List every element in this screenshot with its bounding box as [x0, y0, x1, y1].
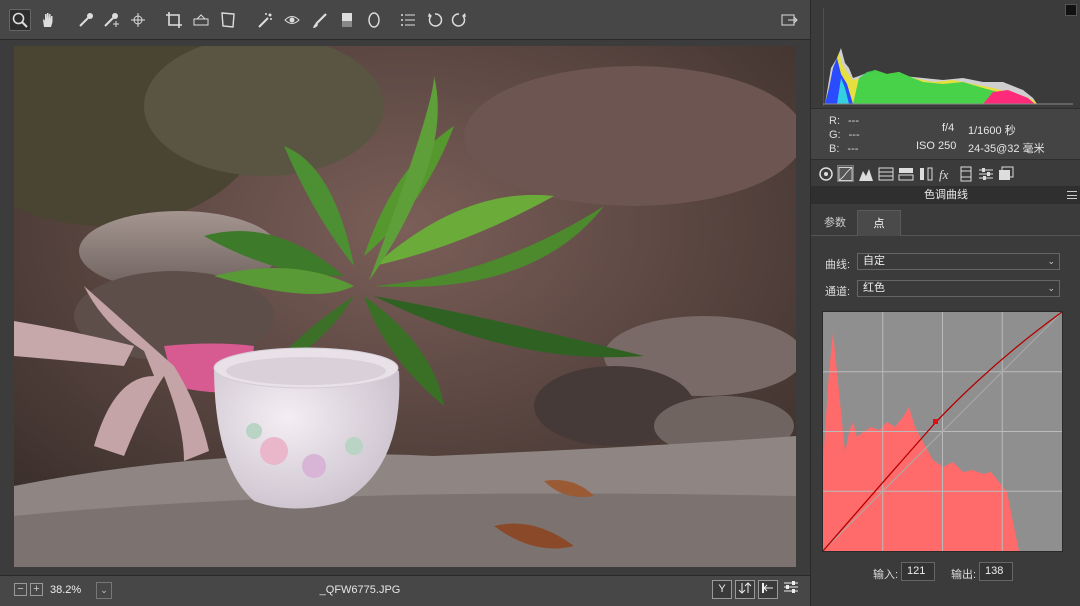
histogram: [811, 0, 1080, 108]
graduated-filter-icon[interactable]: [336, 9, 358, 31]
toggle-settings-button[interactable]: [781, 580, 801, 599]
g-label: G:: [829, 129, 841, 141]
rotate-left-icon[interactable]: [424, 9, 446, 31]
curve-point[interactable]: [933, 419, 938, 424]
rotate-right-icon[interactable]: [448, 9, 470, 31]
before-after-y-button[interactable]: Y: [712, 580, 732, 599]
red-eye-icon[interactable]: [281, 9, 303, 31]
camera-calibration-panel-icon[interactable]: [957, 165, 974, 182]
snapshots-panel-icon[interactable]: [997, 165, 1014, 182]
swap-settings-button[interactable]: [735, 580, 755, 599]
camera-raw-window: − + 38.2% ⌄ _QFW6775.JPG Y R: --- G: ---…: [0, 0, 1080, 606]
section-title-text: 色调曲线: [924, 189, 968, 201]
lens-corrections-panel-icon[interactable]: [917, 165, 934, 182]
swap-icon: [738, 582, 752, 594]
open-object-icon[interactable]: [778, 9, 800, 31]
tab-parametric[interactable]: 参数: [813, 210, 857, 236]
tab-point[interactable]: 点: [857, 210, 901, 236]
basic-panel-icon[interactable]: [817, 165, 834, 182]
preferences-icon[interactable]: [397, 9, 419, 31]
curve-select[interactable]: 自定 ⌄: [857, 253, 1060, 270]
copy-arrow-icon: [762, 583, 773, 593]
tone-curve-panel-icon[interactable]: [837, 165, 854, 182]
detail-panel-icon[interactable]: [857, 165, 874, 182]
g-value: ---: [848, 129, 860, 141]
highlight-clipping-icon[interactable]: [1065, 4, 1077, 16]
g-readout: G: ---: [829, 129, 860, 141]
r-value: ---: [848, 115, 859, 127]
top-toolbar: [0, 0, 810, 40]
chevron-down-icon: ⌄: [1047, 283, 1055, 293]
input-value-field[interactable]: 121: [901, 562, 935, 581]
copy-settings-button[interactable]: [758, 580, 778, 599]
shutter-speed: 1/1600 秒: [968, 125, 1016, 137]
aperture: f/4: [942, 122, 955, 134]
b-value: ---: [847, 143, 859, 155]
output-value-field[interactable]: 138: [979, 562, 1013, 581]
crop-icon[interactable]: [163, 9, 185, 31]
hsl-panel-icon[interactable]: [877, 165, 894, 182]
bottom-status-bar: − + 38.2% ⌄ _QFW6775.JPG Y: [0, 575, 810, 606]
spot-removal-icon[interactable]: [254, 9, 276, 31]
photo-image: [14, 46, 796, 567]
focal-length: 24-35@32 毫米: [968, 143, 1045, 155]
presets-panel-icon[interactable]: [977, 165, 994, 182]
targeted-adjustment-icon[interactable]: [127, 9, 149, 31]
radial-filter-icon[interactable]: [363, 9, 385, 31]
channel-select[interactable]: 红色 ⌄: [857, 280, 1060, 297]
straighten-icon[interactable]: [190, 9, 212, 31]
info-readout: R: --- G: --- B: --- f/4 1/1600 秒 ISO 250 2…: [811, 108, 1080, 160]
b-readout: B: ---: [829, 143, 858, 155]
output-label: 输出:: [951, 569, 977, 581]
iso: ISO 250: [916, 140, 957, 152]
color-sampler-icon[interactable]: [100, 9, 122, 31]
b-label: B:: [829, 143, 840, 155]
transform-icon[interactable]: [217, 9, 239, 31]
adjustment-brush-icon[interactable]: [309, 9, 331, 31]
r-label: R:: [829, 115, 840, 127]
settings-panel: R: --- G: --- B: --- f/4 1/1600 秒 ISO 250 2…: [810, 0, 1080, 606]
panel-menu-icon[interactable]: [1067, 191, 1077, 199]
zoom-in-button[interactable]: +: [30, 583, 43, 596]
channel-select-value: 红色: [863, 282, 885, 294]
file-name: _QFW6775.JPG: [319, 584, 401, 596]
tone-curve-graph: [822, 311, 1063, 552]
photo-preview[interactable]: [14, 46, 796, 567]
hand-tool-icon[interactable]: [37, 9, 59, 31]
r-readout: R: ---: [829, 115, 859, 127]
zoom-out-button[interactable]: −: [14, 583, 27, 596]
chevron-down-icon: ⌄: [1047, 256, 1055, 266]
panel-section-title: 色调曲线: [811, 186, 1080, 204]
input-label: 输入:: [873, 569, 899, 581]
curve-label: 曲线:: [825, 259, 851, 271]
channel-label: 通道:: [825, 286, 851, 298]
split-toning-panel-icon[interactable]: [897, 165, 914, 182]
panel-tab-icons: fx: [811, 163, 1080, 185]
histogram-graph: [823, 8, 1073, 106]
curve-mode-tabs: 参数 点: [811, 210, 1080, 236]
image-canvas-area: [0, 40, 810, 575]
curve-select-value: 自定: [863, 255, 885, 267]
svg-text:fx: fx: [939, 167, 949, 182]
white-balance-icon[interactable]: [75, 9, 97, 31]
zoom-level-value: 38.2%: [50, 584, 82, 596]
zoom-dropdown-button[interactable]: ⌄: [96, 582, 112, 599]
zoom-tool-icon[interactable]: [9, 9, 31, 31]
tone-curve-editor[interactable]: [822, 311, 1063, 552]
effects-panel-icon[interactable]: fx: [937, 165, 954, 182]
sliders-icon: [784, 581, 798, 593]
